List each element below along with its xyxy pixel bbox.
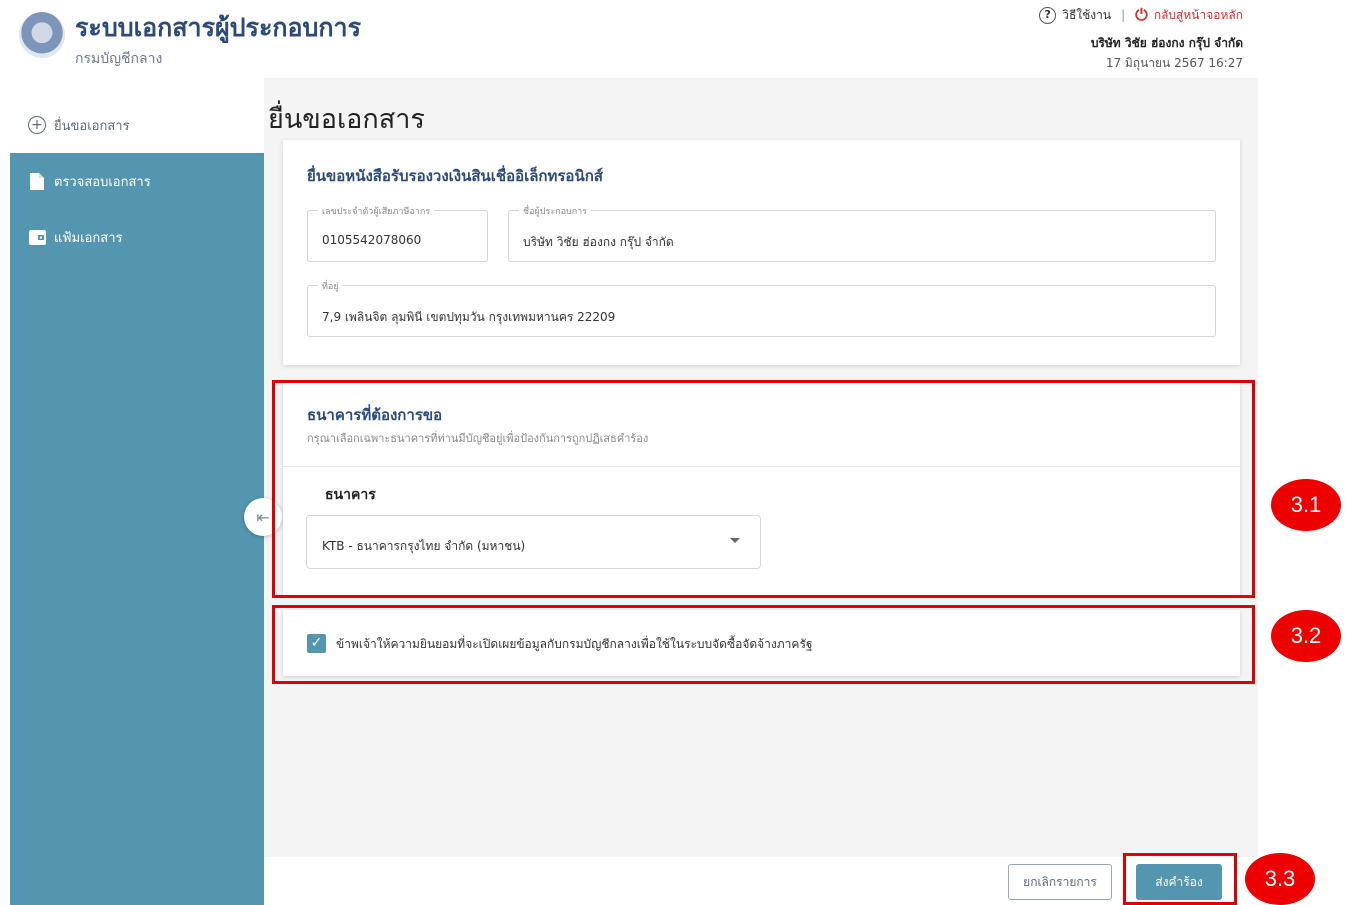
address-field[interactable]: ที่อยู่ 7,9 เพลินจิต ลุมพินี เขตปทุมวัน …	[307, 279, 1216, 337]
header-links: ? วิธีใช้งาน | ⏻ กลับสู่หน้าจอหลัก	[1039, 5, 1243, 25]
home-link[interactable]: กลับสู่หน้าจอหลัก	[1154, 6, 1243, 25]
company-name-label: ชื่อผู้ประกอบการ	[519, 204, 592, 218]
consent-text: ข้าพเจ้าให้ความยินยอมที่จะเปิดเผยข้อมูลก…	[336, 637, 813, 651]
sidebar-item-label: ตรวจสอบเอกสาร	[54, 174, 151, 190]
bank-label: ธนาคาร	[325, 487, 376, 503]
help-icon[interactable]: ?	[1039, 6, 1057, 24]
annotation-badge-3-2: 3.2	[1271, 610, 1341, 662]
company-name: บริษัท วิชัย ฮ่องกง กรุ๊ป จำกัด	[1090, 36, 1243, 50]
consent-checkbox[interactable]: ✓	[307, 634, 326, 653]
help-link[interactable]: วิธีใช้งาน	[1062, 6, 1111, 25]
comptroller-logo-icon	[19, 12, 65, 58]
company-name-field[interactable]: ชื่อผู้ประกอบการ บริษัท วิชัย ฮ่องกง กรุ…	[508, 204, 1216, 262]
company-name-value: บริษัท วิชัย ฮ่องกง กรุ๊ป จำกัด	[523, 235, 674, 249]
divider	[283, 466, 1240, 467]
applicant-info-card: ยื่นขอหนังสือรับรองวงเงินสินเชื่ออิเล็กท…	[283, 140, 1240, 365]
app-subtitle: กรมบัญชีกลาง	[75, 51, 163, 67]
bank-selection-card: ธนาคารที่ต้องการขอ กรุณาเลือกเฉพาะธนาคาร…	[283, 383, 1240, 595]
sidebar-item-label: ยื่นขอเอกสาร	[54, 118, 130, 134]
bank-select[interactable]: KTB - ธนาคารกรุงไทย จำกัด (มหาชน)	[306, 515, 761, 569]
collapse-sidebar-button[interactable]: ⇤	[244, 498, 282, 536]
annotation-badge-3-1: 3.1	[1271, 479, 1341, 531]
sidebar-item-label: แฟ้มเอกสาร	[54, 230, 123, 246]
submit-request-button[interactable]: ส่งคำร้อง	[1136, 864, 1222, 900]
tax-id-field[interactable]: เลขประจำตัวผู้เสียภาษีอากร 0105542078060	[307, 204, 488, 262]
cancel-button[interactable]: ยกเลิกรายการ	[1008, 864, 1112, 900]
sidebar-item-document-folder[interactable]: แฟ้มเอกสาร	[10, 209, 264, 265]
app-title: ระบบเอกสารผู้ประกอบการ	[75, 13, 362, 42]
bank-card-subtitle: กรุณาเลือกเฉพาะธนาคารที่ท่านมีบัญชีอยู่เ…	[307, 432, 649, 445]
bank-select-value: KTB - ธนาคารกรุงไทย จำกัด (มหาชน)	[322, 539, 526, 553]
bank-card-title: ธนาคารที่ต้องการขอ	[307, 406, 443, 424]
sidebar-item-request-document[interactable]: + ยื่นขอเอกสาร	[10, 97, 264, 153]
annotation-badge-3-3: 3.3	[1245, 853, 1315, 905]
header-separator: |	[1121, 8, 1126, 22]
address-label: ที่อยู่	[318, 279, 343, 293]
applicant-card-title: ยื่นขอหนังสือรับรองวงเงินสินเชื่ออิเล็กท…	[307, 167, 603, 185]
caret-down-icon	[730, 538, 740, 543]
sidebar-item-check-document[interactable]: ตรวจสอบเอกสาร	[10, 153, 264, 209]
plus-circle-icon: +	[28, 116, 46, 134]
app-header: ระบบเอกสารผู้ประกอบการ กรมบัญชีกลาง ? วิ…	[0, 0, 1354, 78]
tax-id-value: 0105542078060	[322, 233, 422, 247]
document-icon	[28, 172, 46, 190]
wallet-icon	[28, 228, 46, 246]
address-value: 7,9 เพลินจิต ลุมพินี เขตปทุมวัน กรุงเทพม…	[322, 310, 616, 324]
tax-id-label: เลขประจำตัวผู้เสียภาษีอากร	[318, 204, 435, 218]
consent-card: ✓ ข้าพเจ้าให้ความยินยอมที่จะเปิดเผยข้อมู…	[283, 610, 1240, 676]
page-title: ยื่นขอเอกสาร	[268, 104, 425, 135]
current-datetime: 17 มิถุนายน 2567 16:27	[1105, 56, 1243, 70]
sidebar: + ยื่นขอเอกสาร ตรวจสอบเอกสาร แฟ้มเอกสาร	[10, 97, 264, 905]
power-icon[interactable]: ⏻	[1135, 5, 1148, 25]
